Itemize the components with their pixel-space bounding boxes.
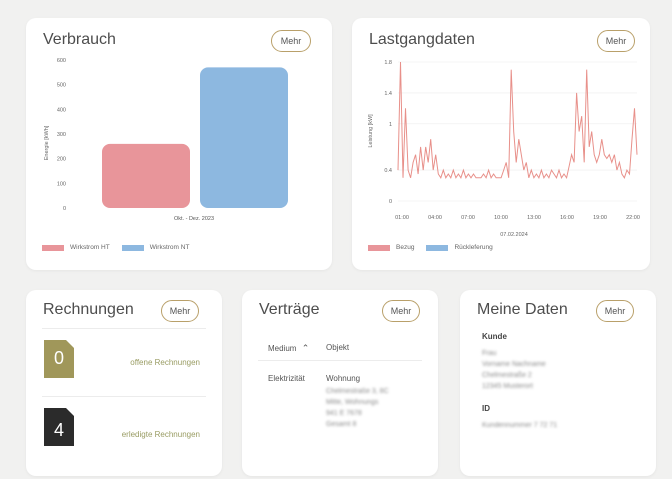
lastgang-xtick: 10:00	[494, 215, 508, 221]
contract-row[interactable]: Elektrizität Wohnung Chelmestraße 3, 8C …	[242, 374, 438, 454]
verbrauch-legend: Wirkstrom HT Wirkstrom NT	[42, 244, 189, 251]
legend-rueck-label: Rückleferung	[454, 244, 493, 251]
lastgang-xtick: 07:00	[461, 215, 475, 221]
blurred-line: 12345 Musterort	[482, 383, 533, 390]
rechnungen-title: Rechnungen	[43, 301, 134, 318]
chevron-up-icon: ⌃	[301, 343, 310, 353]
lastgang-ytick: 1.8	[384, 60, 392, 66]
vertraege-title: Verträge	[259, 301, 320, 318]
lastgang-ytick: 1	[389, 122, 392, 128]
verbrauch-card: Verbrauch Mehr Energie [kWh] 0 100 200 300 4…	[26, 18, 332, 270]
verbrauch-ytick: 100	[57, 181, 66, 187]
lastgang-xtick: 13:00	[527, 215, 541, 221]
done-invoices-row[interactable]: 4 erledigte Rechnungen	[26, 404, 222, 454]
verbrauch-ytick: 0	[63, 206, 66, 212]
verbrauch-ytick: 200	[57, 157, 66, 163]
lastgang-ytick: 1.4	[384, 91, 392, 97]
lastgang-legend: Bezug Rückleferung	[368, 244, 493, 251]
legend-nt-swatch	[121, 244, 144, 251]
blurred-line: Mitte, Wohnungs	[326, 399, 379, 406]
lastgang-xtick: 01:00	[395, 215, 409, 221]
verbrauch-chart: Energie [kWh] 0 100 200 300 400 500 600 Okt. -…	[44, 58, 288, 222]
legend-ht-swatch	[42, 244, 64, 251]
lastgang-card: Lastgangdaten Mehr Leistung [kW] 0 0.4 1 1.…	[352, 18, 650, 270]
meine-daten-mehr-button[interactable]: Mehr	[596, 300, 634, 322]
done-invoices-label: erledigte Rechnungen	[121, 430, 200, 439]
blurred-line: Chelmestraße 2	[482, 372, 532, 379]
vertraege-card: Verträge Mehr Medium ⌃ Objekt Elektrizit…	[242, 290, 438, 476]
verbrauch-bar-nt	[200, 67, 288, 209]
meine-daten-title: Meine Daten	[477, 301, 568, 318]
legend-bezug-label: Bezug	[396, 244, 415, 251]
verbrauch-ytick: 600	[57, 58, 66, 64]
blurred-line: Vorname Nachname	[482, 361, 546, 368]
lastgang-xtick: 22:00	[626, 215, 640, 221]
rechnungen-divider-top	[42, 328, 206, 329]
col-medium-label: Medium	[268, 344, 297, 353]
lastgang-series-bezug	[397, 61, 638, 180]
open-invoices-count: 0	[54, 348, 65, 368]
lastgang-xtick: 04:00	[428, 215, 442, 221]
rechnungen-mehr-button[interactable]: Mehr	[161, 300, 199, 322]
verbrauch-ytick: 300	[57, 132, 66, 138]
lastgang-xlabel: 07.02.2024	[500, 232, 528, 238]
rechnungen-divider-mid	[42, 396, 206, 397]
id-label: ID	[482, 404, 490, 413]
verbrauch-ytick: 500	[57, 83, 66, 89]
legend-ht-label: Wirkstrom HT	[70, 244, 110, 251]
vertraege-mehr-button[interactable]: Mehr	[382, 300, 420, 322]
blurred-line: Chelmestraße 3, 8C	[326, 388, 389, 395]
lastgang-ytick: 0	[389, 199, 392, 205]
col-objekt-label: Objekt	[326, 343, 350, 352]
lastgang-ytick: 0.4	[384, 168, 392, 174]
verbrauch-ytick: 400	[57, 107, 66, 113]
legend-rueck-swatch	[426, 244, 449, 251]
open-invoices-row[interactable]: 0 offene Rechnungen	[26, 336, 222, 386]
verbrauch-ylabel: Energie [kWh]	[44, 125, 50, 160]
vertraege-divider	[258, 360, 422, 361]
blurred-line: Gesamt 8	[326, 421, 357, 428]
kunde-label: Kunde	[482, 332, 507, 341]
lastgang-chart: Leistung [kW] 0 0.4 1 1.4 1.8 01:00 04:00 07:00…	[368, 60, 640, 238]
open-invoices-label: offene Rechnungen	[130, 358, 200, 367]
lastgang-xtick: 16:00	[560, 215, 574, 221]
rechnungen-card: Rechnungen Mehr 0 offene Rechnungen 4 er…	[26, 290, 222, 476]
contract-medium: Elektrizität	[268, 374, 305, 383]
contract-address-blurred: Chelmestraße 3, 8C Mitte, Wohnungs 941 E…	[326, 386, 389, 430]
legend-nt-label: Wirkstrom NT	[149, 244, 190, 251]
lastgang-xtick: 19:00	[593, 215, 607, 221]
blurred-line: 941 E 7678	[326, 410, 362, 417]
lastgang-ylabel: Leistung [kW]	[368, 114, 374, 148]
meine-daten-card: Meine Daten Mehr Kunde Frau Vorname Nach…	[460, 290, 656, 476]
kunde-details-blurred: Frau Vorname Nachname Chelmestraße 2 123…	[482, 348, 546, 392]
verbrauch-category-label: Okt. - Dez. 2023	[174, 216, 214, 222]
done-invoices-count: 4	[54, 420, 65, 440]
legend-bezug-swatch	[368, 244, 390, 251]
verbrauch-bar-ht	[102, 143, 190, 208]
sort-medium-header[interactable]: Medium ⌃	[268, 343, 309, 354]
id-value-blurred: Kundennummer 7 72 71	[482, 422, 558, 429]
blurred-line: Frau	[482, 350, 497, 357]
contract-objekt: Wohnung	[326, 374, 361, 383]
